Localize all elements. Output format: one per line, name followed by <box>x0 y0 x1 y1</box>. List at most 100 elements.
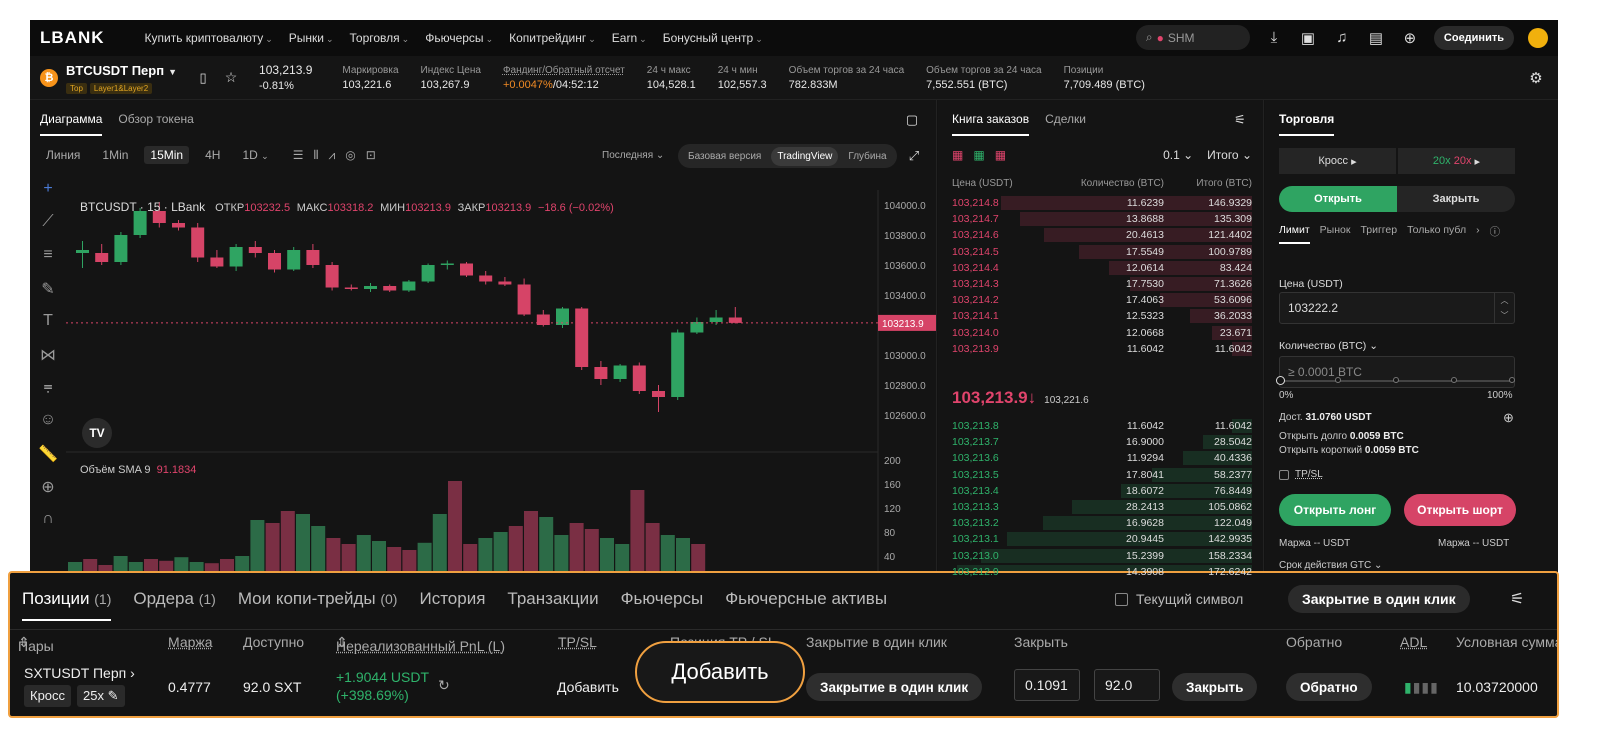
zoom-icon[interactable]: ⊕ <box>41 477 54 498</box>
tab-positions[interactable]: Позиции (1) <box>22 589 112 621</box>
avatar[interactable] <box>1528 27 1548 48</box>
open-long-button[interactable]: Открыть лонг <box>1279 494 1391 526</box>
col-pairs[interactable]: Пары ⇕ <box>18 634 54 654</box>
view-tradingview[interactable]: TradingView <box>771 146 839 166</box>
nav-copytrading[interactable]: Копитрейдинг ⌄ <box>509 31 596 45</box>
chevron-right-icon[interactable]: › <box>1476 224 1480 244</box>
ask-row[interactable]: 103,214.8 11.6239 146.9329 <box>944 195 1252 211</box>
fullscreen-icon[interactable]: ▢ <box>902 110 922 130</box>
reverse-button[interactable]: Обратно <box>1286 673 1372 701</box>
close-qty-input[interactable]: 92.0 <box>1094 669 1160 701</box>
settings-icon[interactable]: ⚙ <box>1526 68 1546 88</box>
qty-input[interactable]: ≥ 0.0001 BTC <box>1279 356 1515 388</box>
indicators-icon[interactable]: ☰ <box>293 148 304 162</box>
ask-row[interactable]: 103,214.1 12.5323 36.2033 <box>944 308 1252 324</box>
candle-type-icon[interactable]: ⫴ <box>313 148 318 163</box>
order-type-limit[interactable]: Лимит <box>1279 224 1310 244</box>
tab-my-copy-trades[interactable]: Мои копи-трейды (0) <box>238 589 398 621</box>
bid-row[interactable]: 103,213.5 17.8041 58.2377 <box>944 467 1252 483</box>
timeframe-1min[interactable]: 1Min <box>96 146 134 164</box>
download-icon[interactable]: ⤓ <box>1264 28 1284 48</box>
wallet-icon[interactable]: ▣ <box>1298 28 1318 48</box>
timeframe-1d[interactable]: 1D ⌄ <box>236 146 274 164</box>
ruler-icon[interactable]: 📏 <box>38 444 58 465</box>
col-pnl[interactable]: Нереализованный PnL (L) ⇕ <box>336 634 505 654</box>
price-input[interactable]: 103222.2 ︿ ﹀ <box>1279 292 1515 324</box>
book-asks-icon[interactable]: ▦ <box>995 148 1006 162</box>
price-stepper[interactable]: ︿ ﹀ <box>1494 293 1514 323</box>
book-both-icon[interactable]: ▦ <box>952 148 963 162</box>
globe-icon[interactable]: ⊕ <box>1400 28 1420 48</box>
nav-trading[interactable]: Торговля ⌄ <box>350 31 410 45</box>
close-all-button[interactable]: Закрытие в один клик <box>1288 585 1470 613</box>
tab-futures-assets[interactable]: Фьючерсные активы <box>725 589 887 621</box>
close-tab[interactable]: Закрыть <box>1397 186 1515 212</box>
open-tab[interactable]: Открыть <box>1279 186 1397 212</box>
help-icon[interactable]: ⓘ <box>1490 224 1501 244</box>
tradingview-logo[interactable]: TV <box>82 418 112 448</box>
fib-icon[interactable]: ≡ <box>43 246 52 267</box>
margin-mode-button[interactable]: Кросс ▸ <box>1279 148 1396 174</box>
pattern-icon[interactable]: ⋈ <box>40 345 56 366</box>
qty-slider[interactable] <box>1276 376 1515 385</box>
ask-row[interactable]: 103,214.0 12.0668 23.671 <box>944 325 1252 341</box>
ask-row[interactable]: 103,214.3 17.7530 71.3626 <box>944 276 1252 292</box>
tab-order-book[interactable]: Книга заказов <box>952 112 1030 136</box>
position-leverage[interactable]: 25x ✎ <box>77 685 125 707</box>
timeframe-4h[interactable]: 4H <box>199 146 226 164</box>
ask-row[interactable]: 103,214.2 17.4063 53.6096 <box>944 292 1252 308</box>
nav-buy-crypto[interactable]: Купить криптовалюту ⌄ <box>145 31 273 45</box>
forecast-icon[interactable]: ⩦ <box>43 378 52 399</box>
timeframe-line[interactable]: Линия <box>40 146 86 164</box>
position-pair[interactable]: SXTUSDT Перп › <box>24 665 135 681</box>
ask-row[interactable]: 103,214.6 20.4613 121.4402 <box>944 227 1252 243</box>
studies-icon[interactable]: ⩘ <box>329 148 336 163</box>
tab-futures[interactable]: Фьючерсы <box>621 589 704 621</box>
symbol-selector[interactable]: BTCUSDT Перп ▼ Top Layer1&Layer2 <box>66 62 177 94</box>
view-depth[interactable]: Глубина <box>842 147 892 166</box>
nav-markets[interactable]: Рынки ⌄ <box>289 31 334 45</box>
bid-row[interactable]: 103,213.0 15.2399 158.2334 <box>944 548 1252 564</box>
one-click-close-button[interactable]: Закрытие в один клик <box>806 673 983 701</box>
tab-trades[interactable]: Сделки <box>1045 112 1086 136</box>
bid-row[interactable]: 103,213.8 11.6042 11.6042 <box>944 418 1252 434</box>
share-icon[interactable]: ↻ <box>438 677 450 694</box>
expand-icon[interactable]: ⤢ <box>904 146 924 166</box>
connect-button[interactable]: Соединить <box>1433 25 1514 50</box>
sliders-icon[interactable]: ⚟ <box>1510 589 1524 609</box>
camera-icon[interactable]: ⊡ <box>366 148 376 162</box>
bid-row[interactable]: 103,213.4 18.6072 76.8449 <box>944 483 1252 499</box>
tab-history[interactable]: История <box>419 589 485 621</box>
text-icon[interactable]: T <box>43 312 53 333</box>
total-select[interactable]: Итого ⌄ <box>1207 148 1252 162</box>
bid-row[interactable]: 103,213.3 28.2413 105.0862 <box>944 499 1252 515</box>
logo[interactable]: LBANK <box>40 28 105 48</box>
bid-row[interactable]: 103,213.1 20.9445 142.9935 <box>944 531 1252 547</box>
add-tpsl-link[interactable]: Добавить <box>557 679 619 695</box>
tab-token-overview[interactable]: Обзор токена <box>118 112 193 136</box>
orders-icon[interactable]: ▤ <box>1366 28 1386 48</box>
order-type-trigger[interactable]: Триггер <box>1360 224 1397 244</box>
price-source-select[interactable]: Последняя ⌄ <box>602 150 664 161</box>
order-type-post-only[interactable]: Только публ <box>1407 224 1466 244</box>
emoji-icon[interactable]: ☺ <box>40 411 56 432</box>
nav-bonus-center[interactable]: Бонусный центр ⌄ <box>663 31 763 45</box>
book-bids-icon[interactable]: ▦ <box>973 148 984 162</box>
bid-row[interactable]: 103,213.6 11.9294 40.4336 <box>944 450 1252 466</box>
trendline-icon[interactable]: ⟋ <box>42 213 53 234</box>
order-type-market[interactable]: Рынок <box>1320 224 1351 244</box>
star-icon[interactable]: ☆ <box>221 68 241 88</box>
timeframe-15min[interactable]: 15Min <box>144 146 190 164</box>
crosshair-icon[interactable]: + <box>43 180 52 201</box>
precision-select[interactable]: 0.1 ⌄ <box>1163 148 1193 162</box>
nav-earn[interactable]: Earn ⌄ <box>612 31 647 45</box>
close-button[interactable]: Закрыть <box>1172 673 1258 701</box>
bell-icon[interactable]: ♫ <box>1332 28 1352 48</box>
ask-row[interactable]: 103,214.7 13.8688 135.309 <box>944 211 1252 227</box>
ask-row[interactable]: 103,214.4 12.0614 83.424 <box>944 260 1252 276</box>
bid-row[interactable]: 103,213.7 16.9000 28.5042 <box>944 434 1252 450</box>
current-symbol-checkbox[interactable]: Текущий символ <box>1115 591 1243 607</box>
tab-orders[interactable]: Ордера (1) <box>133 589 215 621</box>
leverage-button[interactable]: 20x 20x ▸ <box>1398 148 1515 174</box>
add-funds-icon[interactable]: ⊕ <box>1503 410 1514 426</box>
